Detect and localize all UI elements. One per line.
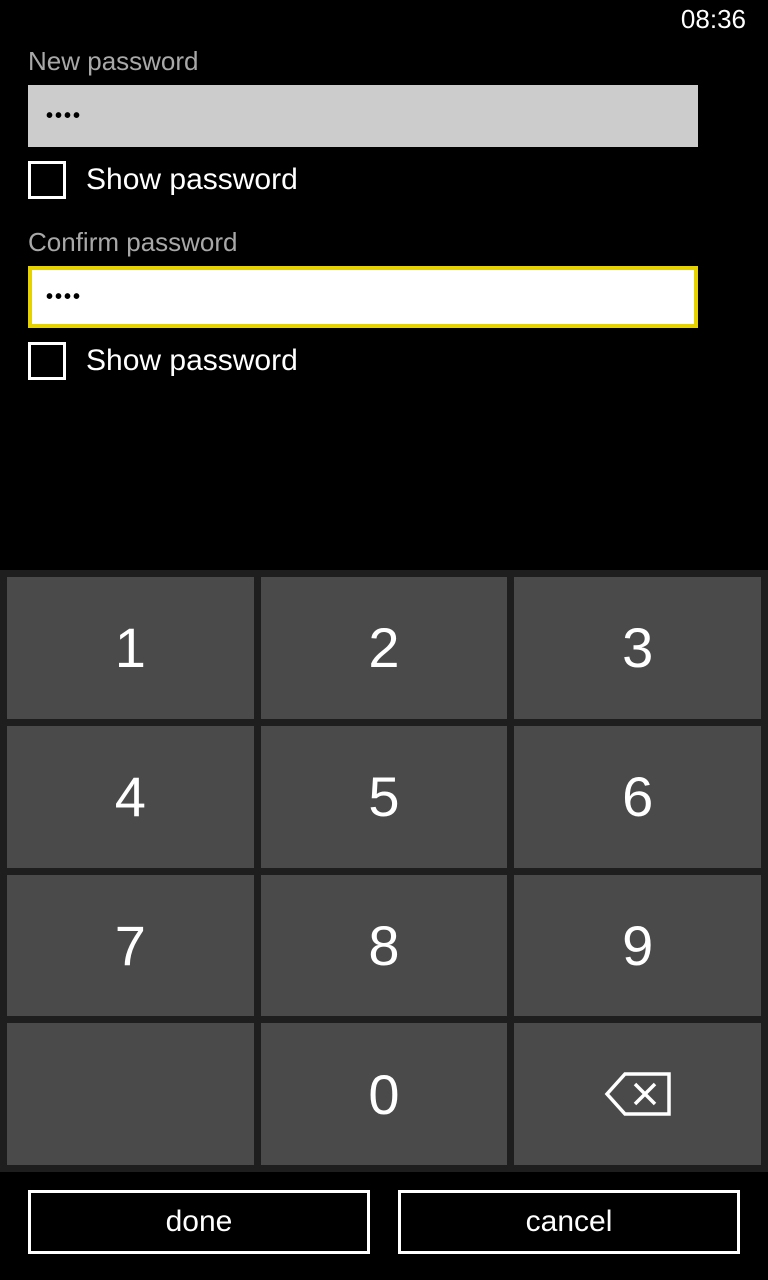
new-password-input[interactable]: •••• bbox=[28, 85, 698, 147]
cancel-button[interactable]: cancel bbox=[398, 1190, 740, 1254]
key-4[interactable]: 4 bbox=[7, 726, 254, 868]
status-time: 08:36 bbox=[681, 4, 746, 35]
show-confirm-password-row[interactable]: Show password bbox=[28, 342, 740, 380]
key-3[interactable]: 3 bbox=[514, 577, 761, 719]
key-2[interactable]: 2 bbox=[261, 577, 508, 719]
confirm-password-input[interactable]: •••• bbox=[28, 266, 698, 328]
new-password-label: New password bbox=[28, 46, 740, 77]
key-0[interactable]: 0 bbox=[261, 1023, 508, 1165]
done-button[interactable]: done bbox=[28, 1190, 370, 1254]
show-new-password-row[interactable]: Show password bbox=[28, 161, 740, 199]
status-bar: 08:36 bbox=[0, 0, 768, 38]
numeric-keypad: 1 2 3 4 5 6 7 8 9 0 bbox=[0, 570, 768, 1172]
password-form: New password •••• Show password Confirm … bbox=[0, 46, 768, 418]
show-confirm-password-checkbox[interactable] bbox=[28, 342, 66, 380]
key-8[interactable]: 8 bbox=[261, 875, 508, 1017]
new-password-masked: •••• bbox=[46, 105, 82, 128]
key-1[interactable]: 1 bbox=[7, 577, 254, 719]
show-new-password-label: Show password bbox=[86, 163, 298, 197]
confirm-password-masked: •••• bbox=[46, 286, 82, 309]
show-new-password-checkbox[interactable] bbox=[28, 161, 66, 199]
action-bar: done cancel bbox=[0, 1172, 768, 1280]
key-6[interactable]: 6 bbox=[514, 726, 761, 868]
show-confirm-password-label: Show password bbox=[86, 344, 298, 378]
key-backspace[interactable] bbox=[514, 1023, 761, 1165]
confirm-password-label: Confirm password bbox=[28, 227, 740, 258]
key-9[interactable]: 9 bbox=[514, 875, 761, 1017]
backspace-icon bbox=[603, 1070, 673, 1118]
key-empty bbox=[7, 1023, 254, 1165]
key-5[interactable]: 5 bbox=[261, 726, 508, 868]
key-7[interactable]: 7 bbox=[7, 875, 254, 1017]
